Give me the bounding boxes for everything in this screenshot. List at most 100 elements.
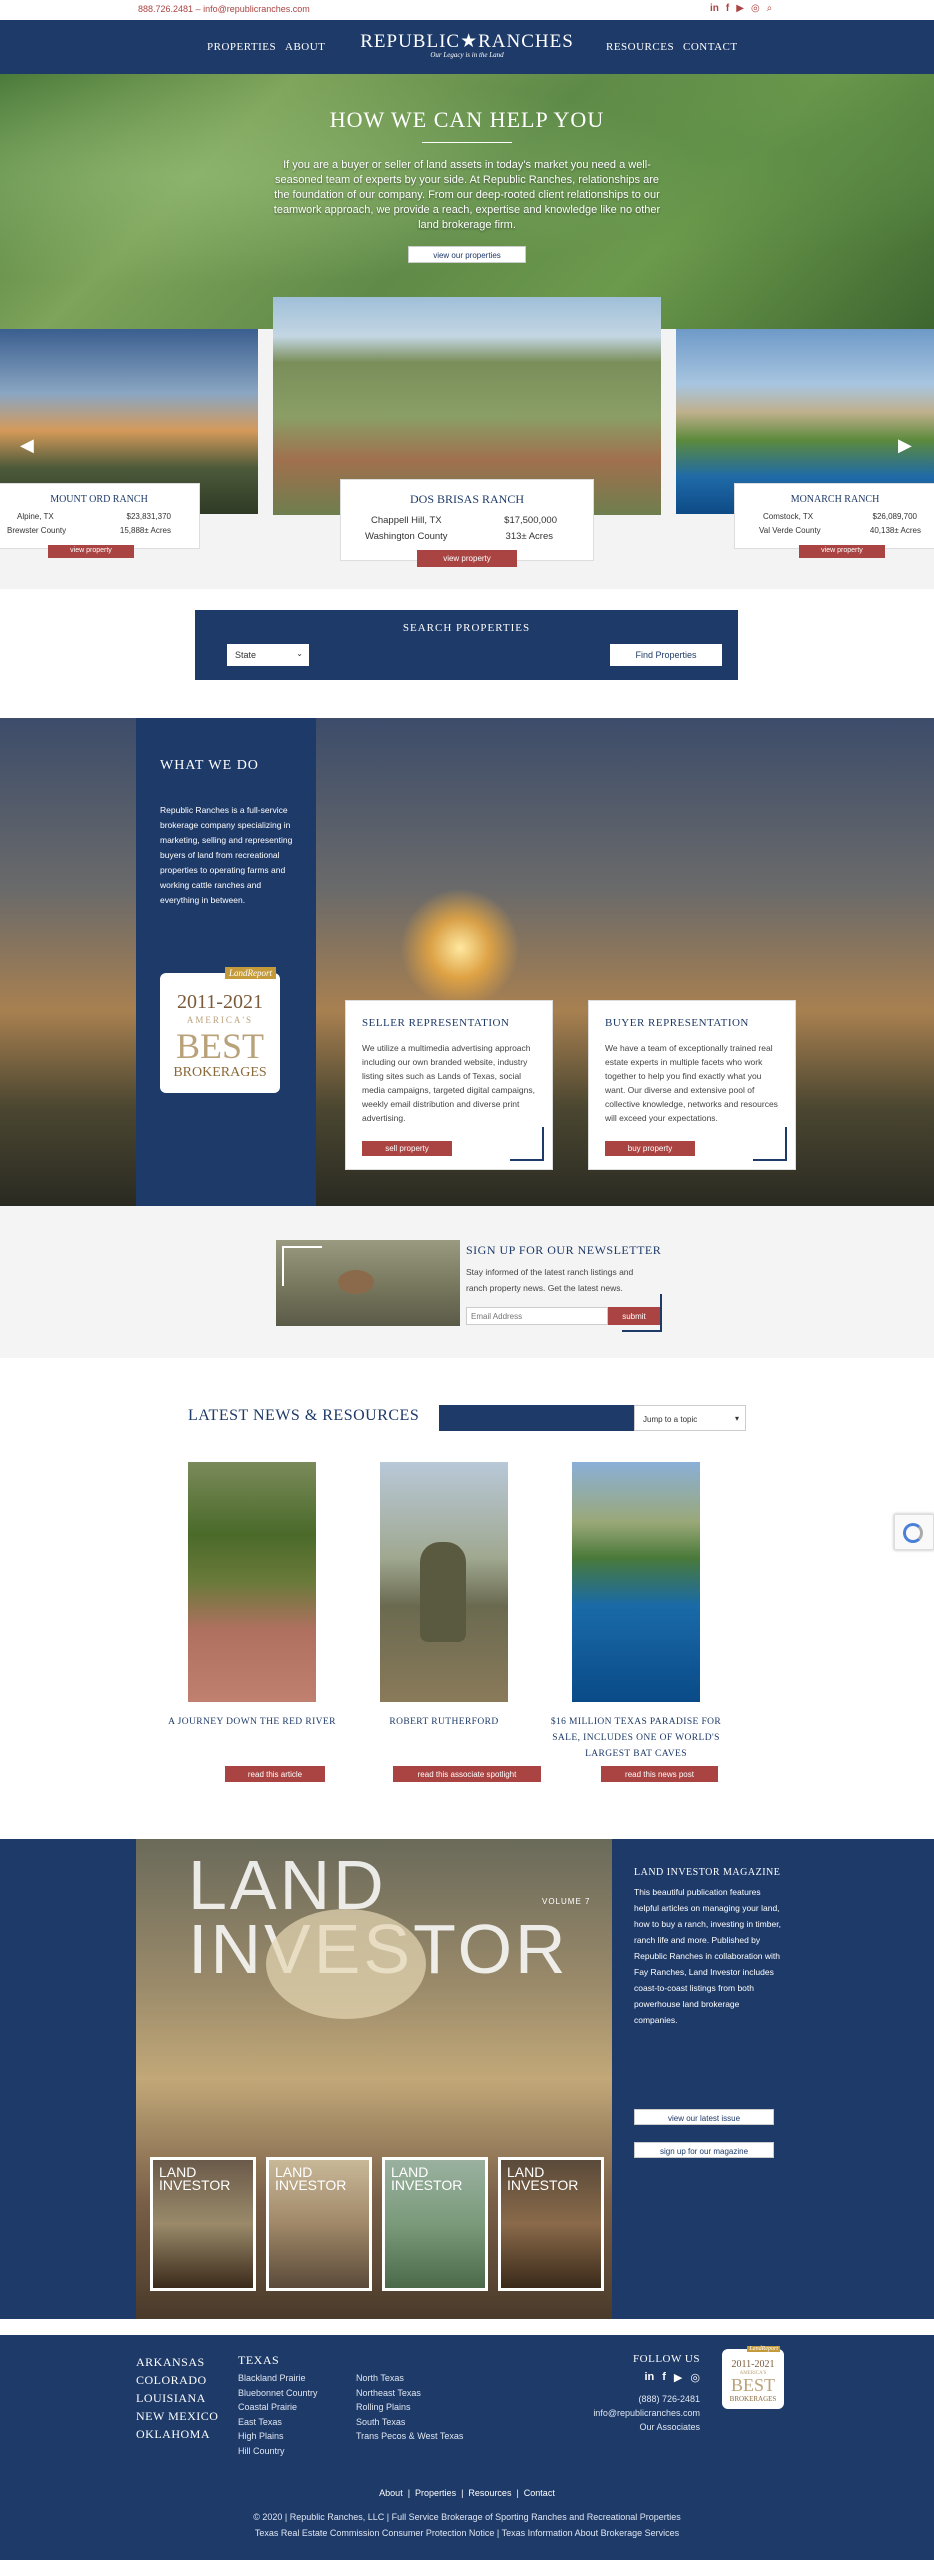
footer-social: in f ▶ ◎ [560, 2371, 700, 2384]
topic-select[interactable]: Jump to a topic ▾ [634, 1405, 746, 1431]
property-name: MOUNT ORD RANCH [50, 494, 148, 505]
nav-about[interactable]: ABOUT [285, 41, 325, 53]
instagram-icon[interactable]: ◎ [690, 2371, 700, 2384]
hero-title: HOW WE CAN HELP YOU [329, 107, 605, 132]
best-brokerages-badge: LandReport 2011-2021 AMERICA'S BEST BROK… [160, 967, 280, 1093]
chevron-down-icon: ▾ [734, 1414, 739, 1423]
badge-years: 2011-2021 [177, 991, 263, 1013]
footer-region-link[interactable]: Coastal Prairie [238, 2400, 318, 2415]
badge-line2: BEST [175, 1026, 264, 1066]
property-acres: 40,138± Acres [869, 526, 921, 535]
view-property-button-left[interactable]: view property [48, 545, 134, 558]
footer-region-link[interactable]: Trans Pecos & West Texas [356, 2429, 463, 2444]
footer-texas-col1: Blackland Prairie Bluebonnet Country Coa… [238, 2371, 318, 2458]
footer-links: About | Properties | Resources | Contact [379, 2488, 555, 2498]
footer-state-link[interactable]: ARKANSAS [136, 2353, 218, 2371]
news-image-red-river[interactable] [188, 1462, 316, 1702]
youtube-icon[interactable]: ▶ [736, 3, 744, 14]
view-property-button-center[interactable]: view property [417, 550, 517, 567]
badge-brand: LandReport [224, 967, 276, 979]
sell-property-button[interactable]: sell property [362, 1141, 452, 1156]
news-image-robert-rutherford[interactable] [380, 1462, 508, 1702]
top-phone[interactable]: 888.726.2481 [138, 4, 193, 14]
footer-associates-link[interactable]: Our Associates [560, 2420, 700, 2434]
badge-line3: BROKERAGES [173, 1065, 267, 1080]
news-title-2[interactable]: ROBERT RUTHERFORD [354, 1714, 534, 1730]
sign-up-magazine-button[interactable]: sign up for our magazine [634, 2142, 774, 2158]
footer-region-link[interactable]: Northeast Texas [356, 2386, 463, 2401]
news-title-1[interactable]: A JOURNEY DOWN THE RED RIVER [162, 1714, 342, 1730]
linkedin-icon[interactable]: in [644, 2371, 654, 2384]
property-card-right: MONARCH RANCH Comstock, TX $26,089,700 V… [734, 483, 934, 549]
footer-email[interactable]: info@republicranches.com [560, 2406, 700, 2420]
site-footer: ARKANSAS COLORADO LOUISIANA NEW MEXICO O… [0, 2335, 934, 2560]
nav-properties[interactable]: PROPERTIES [207, 41, 276, 53]
nav-resources[interactable]: RESOURCES [606, 41, 674, 53]
site-logo[interactable]: REPUBLIC★RANCHES Our Legacy is in the La… [357, 30, 577, 59]
search-icon[interactable]: ⌕ [767, 3, 773, 14]
facebook-icon[interactable]: f [726, 3, 729, 14]
property-location: Alpine, TX [17, 512, 54, 521]
buy-property-button[interactable]: buy property [605, 1141, 695, 1156]
footer-link-contact[interactable]: Contact [524, 2488, 555, 2498]
read-spotlight-button[interactable]: read this associate spotlight [393, 1766, 541, 1782]
footer-region-link[interactable]: Rolling Plains [356, 2400, 463, 2415]
carousel-prev-arrow[interactable]: ◀ [20, 435, 34, 456]
linkedin-icon[interactable]: in [710, 3, 719, 14]
view-property-button-right[interactable]: view property [799, 545, 885, 558]
magazine-info: LAND INVESTOR MAGAZINE This beautiful pu… [634, 1867, 784, 2158]
newsletter-body: Stay informed of the latest ranch listin… [466, 1267, 634, 1293]
state-select[interactable]: State ⌄ [227, 644, 309, 666]
view-latest-issue-button[interactable]: view our latest issue [634, 2109, 774, 2125]
read-article-button[interactable]: read this article [225, 1766, 325, 1782]
email-field[interactable] [466, 1307, 608, 1325]
find-properties-button[interactable]: Find Properties [610, 644, 722, 666]
thumb-label: LAND INVESTOR [275, 2164, 347, 2193]
carousel-next-arrow[interactable]: ▶ [898, 435, 912, 456]
footer-state-link[interactable]: LOUISIANA [136, 2389, 218, 2407]
footer-link-resources[interactable]: Resources [468, 2488, 511, 2498]
person-silhouette [420, 1542, 466, 1642]
footer-region-link[interactable]: South Texas [356, 2415, 463, 2430]
magazine-thumb-4[interactable]: LAND INVESTOR [498, 2157, 604, 2291]
footer-state-link[interactable]: OKLAHOMA [136, 2425, 218, 2443]
read-news-post-button[interactable]: read this news post [601, 1766, 718, 1782]
hero-divider [422, 142, 512, 143]
footer-texas-title[interactable]: TEXAS [238, 2353, 279, 2368]
footer-region-link[interactable]: Blackland Prairie [238, 2371, 318, 2386]
magazine-thumb-3[interactable]: LAND INVESTOR [382, 2157, 488, 2291]
footer-region-link[interactable]: Bluebonnet Country [238, 2386, 318, 2401]
footer-region-link[interactable]: Hill Country [238, 2444, 318, 2459]
magazine-thumb-1[interactable]: LAND INVESTOR [150, 2157, 256, 2291]
footer-region-link[interactable]: High Plains [238, 2429, 318, 2444]
youtube-icon[interactable]: ▶ [674, 2371, 682, 2384]
property-county: Washington County [365, 531, 448, 542]
news-title-3[interactable]: $16 MILLION TEXAS PARADISE FOR SALE, INC… [546, 1714, 726, 1762]
top-email[interactable]: info@republicranches.com [203, 4, 310, 14]
footer-state-link[interactable]: NEW MEXICO [136, 2407, 218, 2425]
instagram-icon[interactable]: ◎ [751, 3, 760, 14]
nav-contact[interactable]: CONTACT [683, 41, 738, 53]
facebook-icon[interactable]: f [662, 2371, 666, 2384]
corner-accent [510, 1127, 544, 1161]
property-card-left: MOUNT ORD RANCH Alpine, TX $23,831,370 B… [0, 483, 200, 549]
footer-region-link[interactable]: East Texas [238, 2415, 318, 2430]
image-corner-accent [282, 1246, 322, 1286]
magazine-thumb-2[interactable]: LAND INVESTOR [266, 2157, 372, 2291]
property-name: DOS BRISAS RANCH [409, 492, 525, 506]
magazine-cover[interactable]: LAND INVESTOR VOLUME 7 LAND INVESTOR LAN… [136, 1839, 612, 2319]
footer-region-link[interactable]: North Texas [356, 2371, 463, 2386]
footer-notice[interactable]: Texas Real Estate Commission Consumer Pr… [0, 2525, 934, 2541]
footer-link-properties[interactable]: Properties [415, 2488, 456, 2498]
footer-link-about[interactable]: About [379, 2488, 403, 2498]
what-we-do-sidebar: WHAT WE DO Republic Ranches is a full-se… [136, 718, 316, 1206]
what-we-do-title: WHAT WE DO [160, 758, 259, 773]
footer-phone[interactable]: (888) 726-2481 [560, 2392, 700, 2406]
view-our-properties-button[interactable]: view our properties [408, 246, 526, 263]
property-location: Chappell Hill, TX [371, 515, 442, 526]
news-image-texas-paradise[interactable] [572, 1462, 700, 1702]
footer-state-link[interactable]: COLORADO [136, 2371, 218, 2389]
magazine-body: This beautiful publication features help… [634, 1887, 781, 2025]
recaptcha-badge[interactable] [894, 1514, 934, 1550]
property-county: Brewster County [7, 526, 67, 535]
